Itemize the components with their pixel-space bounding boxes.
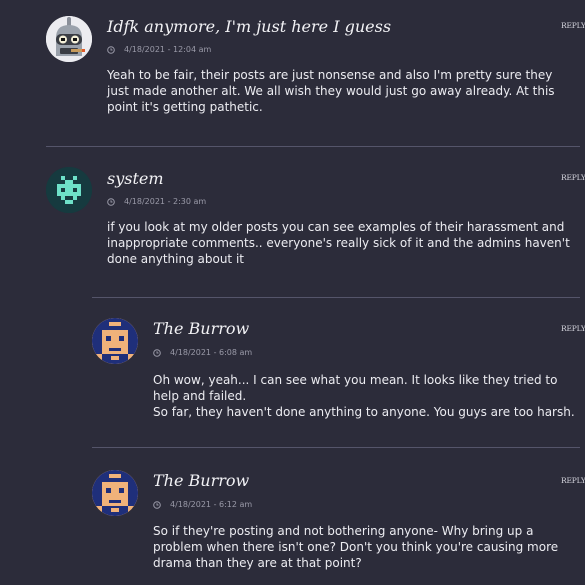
- timestamp-text: 4/18/2021 - 6:08 am: [170, 348, 253, 357]
- pixel-invader-avatar-icon[interactable]: [46, 167, 92, 213]
- comment-author[interactable]: Idfk anymore, I'm just here I guess: [107, 17, 391, 36]
- clock-icon: [107, 197, 115, 206]
- comment-body: Yeah to be fair, their posts are just no…: [107, 67, 577, 115]
- comment-paragraph: So if they're posting and not bothering …: [153, 524, 559, 570]
- robot-avatar-icon[interactable]: [46, 16, 92, 62]
- reply-button[interactable]: REPLY: [561, 173, 585, 182]
- comment-author[interactable]: system: [107, 169, 164, 188]
- comment-timestamp: 4/18/2021 - 2:30 am: [107, 197, 206, 206]
- comment: The Burrow 4/18/2021 - 6:08 am REPLY Oh …: [0, 298, 585, 448]
- clock-icon: [153, 500, 161, 509]
- clock-icon: [107, 45, 115, 54]
- reply-button[interactable]: REPLY: [561, 324, 585, 333]
- reply-button[interactable]: REPLY: [561, 21, 585, 30]
- comment-author[interactable]: The Burrow: [153, 471, 249, 490]
- comment-paragraph: So far, they haven't done anything to an…: [153, 405, 575, 419]
- comment-body: So if they're posting and not bothering …: [153, 523, 581, 571]
- pixel-face-avatar-icon[interactable]: [92, 318, 138, 364]
- timestamp-text: 4/18/2021 - 12:04 am: [124, 45, 212, 54]
- comment-paragraph: Yeah to be fair, their posts are just no…: [107, 68, 555, 114]
- timestamp-text: 4/18/2021 - 2:30 am: [124, 197, 207, 206]
- pixel-face-avatar-icon[interactable]: [92, 470, 138, 516]
- comment-timestamp: 4/18/2021 - 6:12 am: [153, 500, 252, 509]
- comment-body: if you look at my older posts you can se…: [107, 219, 577, 267]
- comment-author[interactable]: The Burrow: [153, 319, 249, 338]
- comment: The Burrow 4/18/2021 - 6:12 am REPLY So …: [0, 448, 585, 585]
- comment-paragraph: Oh wow, yeah... I can see what you mean.…: [153, 373, 558, 403]
- comment-paragraph: if you look at my older posts you can se…: [107, 220, 570, 266]
- comment: system 4/18/2021 - 2:30 am REPLY if you …: [0, 147, 585, 297]
- reply-button[interactable]: REPLY: [561, 476, 585, 485]
- timestamp-text: 4/18/2021 - 6:12 am: [170, 500, 253, 509]
- comment-thread: Idfk anymore, I'm just here I guess 4/18…: [0, 0, 585, 585]
- comment-timestamp: 4/18/2021 - 6:08 am: [153, 348, 252, 357]
- comment: Idfk anymore, I'm just here I guess 4/18…: [0, 0, 585, 146]
- comment-timestamp: 4/18/2021 - 12:04 am: [107, 45, 211, 54]
- clock-icon: [153, 348, 161, 357]
- comment-body: Oh wow, yeah... I can see what you mean.…: [153, 372, 581, 420]
